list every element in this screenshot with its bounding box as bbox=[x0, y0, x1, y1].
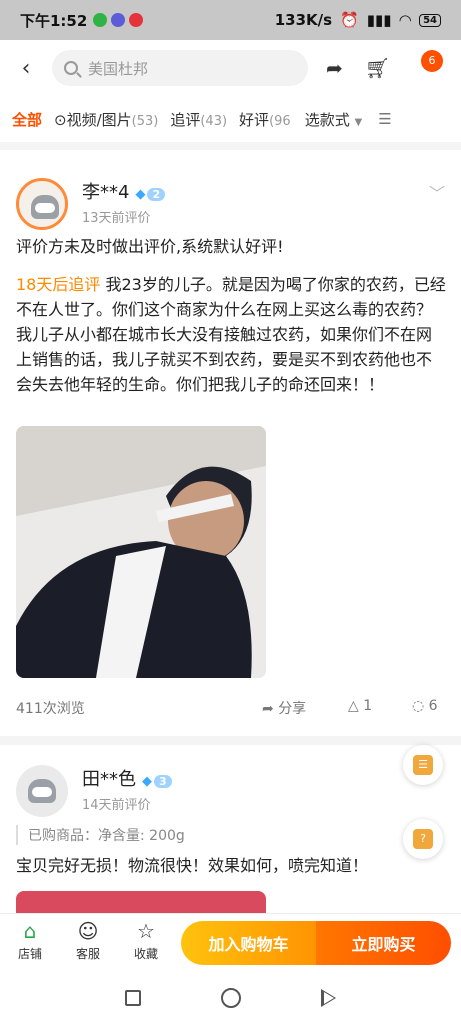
network-speed: 133K/s bbox=[274, 11, 333, 29]
service-button[interactable]: ☺ 客服 bbox=[68, 920, 108, 962]
battery-icon: 54 bbox=[419, 13, 441, 27]
recent-apps-icon[interactable] bbox=[125, 989, 141, 1006]
search-text: 美国杜邦 bbox=[88, 59, 149, 78]
notes-icon: ☰ bbox=[413, 755, 433, 775]
search-box[interactable]: 美国杜邦 bbox=[52, 50, 308, 86]
back-icon[interactable]: ‹ bbox=[0, 56, 52, 81]
notification-icons bbox=[93, 13, 144, 27]
avatar[interactable] bbox=[16, 178, 68, 230]
cart-icon[interactable]: 🛒︎ bbox=[365, 56, 390, 80]
alarm-icon: ⏰ bbox=[340, 11, 359, 29]
status-time: 下午1:52 bbox=[20, 11, 88, 30]
favorite-button[interactable]: ☆ 收藏 bbox=[126, 920, 166, 962]
tab-all[interactable]: 全部 bbox=[12, 109, 42, 130]
user-name: 李**4 bbox=[82, 182, 130, 203]
share-icon: ➦ bbox=[262, 701, 274, 717]
vip-badge: ◆ 3 bbox=[142, 774, 172, 789]
share-icon[interactable]: ➦ bbox=[326, 56, 343, 80]
shop-button[interactable]: ⌂ 店铺 bbox=[10, 920, 50, 962]
review-photo[interactable] bbox=[16, 426, 266, 678]
purchased-sku: 已购商品：净含量: 200g bbox=[16, 825, 185, 845]
home-icon[interactable] bbox=[221, 987, 241, 1008]
status-bar: 下午1:52 133K/s ⏰ ▮▮▮ ◠ 54 bbox=[0, 0, 461, 40]
back-nav-icon[interactable] bbox=[321, 988, 336, 1007]
review-time: 14天前评价 bbox=[82, 798, 151, 813]
service-icon: ☺ bbox=[77, 919, 99, 943]
review-time: 13天前评价 bbox=[82, 211, 151, 226]
signal-icon: ▮▮▮ bbox=[366, 11, 392, 29]
vip-badge: ◆ 2 bbox=[135, 187, 166, 202]
comment-icon: ◌ bbox=[412, 698, 425, 714]
status-right: 133K/s ⏰ ▮▮▮ ◠ 54 bbox=[275, 11, 441, 29]
followup-review: 18天后追评 我23岁的儿子。就是因为喝了你家的农药，已经不在人世了。你们这个商… bbox=[16, 272, 446, 397]
grid-icon[interactable]: ☰ bbox=[378, 110, 391, 128]
shop-icon: ⌂ bbox=[23, 919, 37, 943]
review-text: 宝贝完好无损！物流很快！效果如何，喷完知道！ bbox=[16, 856, 369, 875]
purchase-buttons: 加入购物车 立即购买 bbox=[181, 921, 451, 965]
tab-media[interactable]: ⊙视频/图片(53) bbox=[54, 109, 158, 130]
top-bar: ‹ 美国杜邦 ➦ 🛒︎ bbox=[0, 40, 461, 96]
search-icon bbox=[64, 61, 78, 75]
followup-tag: 18天后追评 bbox=[16, 275, 101, 294]
ask-icon: ? bbox=[413, 829, 433, 849]
view-count: 411次浏览 bbox=[16, 701, 85, 717]
chevron-down-icon: ▼ bbox=[354, 116, 363, 128]
review-card: 田**色 ◆ 3 14天前评价 已购商品：净含量: 200g 宝贝完好无损！物流很快… bbox=[0, 745, 461, 913]
chevron-down-icon[interactable]: ﹀ bbox=[429, 180, 445, 204]
review-stats: 411次浏览 ➦ 分享 △ 1 ◌ 6 bbox=[16, 698, 446, 722]
review-photo[interactable] bbox=[16, 891, 266, 913]
cart-badge[interactable]: 6 bbox=[421, 50, 443, 72]
system-nav bbox=[0, 971, 461, 1024]
tab-positive[interactable]: 好评(96 bbox=[239, 109, 291, 130]
avatar[interactable] bbox=[16, 765, 68, 817]
float-notes-button[interactable]: ☰ bbox=[403, 745, 443, 785]
play-icon: ⊙ bbox=[54, 110, 67, 129]
tab-followup[interactable]: 追评(43) bbox=[170, 109, 227, 130]
like-button[interactable]: △ 1 bbox=[348, 698, 372, 714]
action-bar: ⌂ 店铺 ☺ 客服 ☆ 收藏 加入购物车 立即购买 bbox=[0, 913, 461, 971]
review-text: 评价方未及时做出评价,系统默认好评! bbox=[16, 237, 284, 256]
wifi-icon: ◠ bbox=[399, 11, 412, 29]
thumb-icon: △ bbox=[348, 698, 359, 714]
comment-button[interactable]: ◌ 6 bbox=[412, 698, 438, 714]
user-name: 田**色 bbox=[82, 769, 136, 790]
filter-dropdown[interactable]: 选款式 ▼ bbox=[305, 109, 363, 130]
review-tabs: 全部 ⊙视频/图片(53) 追评(43) 好评(96 选款式 ▼ ☰ bbox=[0, 96, 461, 142]
buy-now-button[interactable]: 立即购买 bbox=[316, 921, 451, 965]
add-to-cart-button[interactable]: 加入购物车 bbox=[181, 921, 316, 965]
float-ask-button[interactable]: ? bbox=[403, 819, 443, 859]
review-card: 李**4 ◆ 2 13天前评价 ﹀ 评价方未及时做出评价,系统默认好评! 18天后追… bbox=[0, 150, 461, 736]
share-button[interactable]: ➦ 分享 bbox=[262, 698, 306, 718]
star-icon: ☆ bbox=[137, 919, 155, 943]
